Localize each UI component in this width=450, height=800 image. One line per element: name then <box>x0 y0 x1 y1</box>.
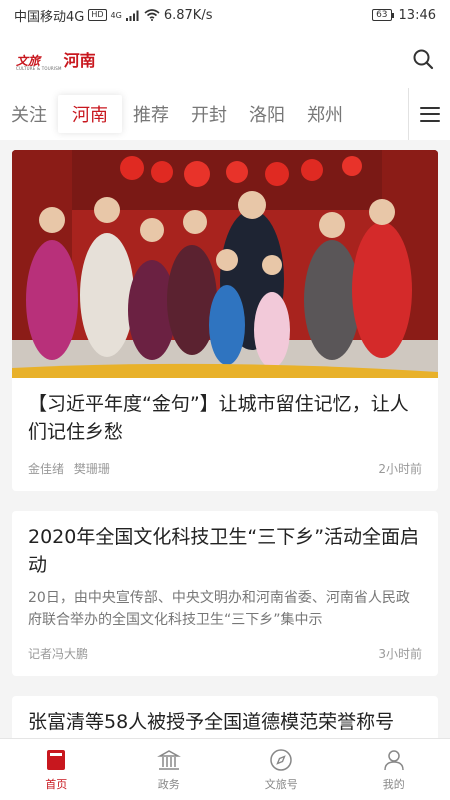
tab-recommend[interactable]: 推荐 <box>122 95 180 133</box>
news-feed: 【习近平年度“金句”】让城市留住记忆，让人们记住乡愁 金佳绪 樊珊珊 2小时前 … <box>0 140 450 738</box>
article-image <box>12 150 438 378</box>
article-time: 3小时前 <box>378 647 422 661</box>
app-logo: 文旅 CULTURE & TOURISM 河南 <box>16 47 96 71</box>
app-header: 文旅 CULTURE & TOURISM 河南 <box>0 30 450 88</box>
channel-tabs: 关注 河南 推荐 开封 洛阳 郑州 <box>0 88 450 140</box>
wifi-icon <box>144 9 160 21</box>
battery-level: 63 <box>376 10 388 20</box>
nav-culture-travel-label: 文旅号 <box>264 777 298 791</box>
article-title[interactable]: 【习近平年度“金句”】让城市留住记忆，让人们记住乡愁 <box>28 390 422 446</box>
network-type: 4G <box>110 10 122 20</box>
search-icon[interactable] <box>412 48 434 70</box>
nav-culture-travel[interactable]: 文旅号 <box>225 739 338 800</box>
nav-government[interactable]: 政务 <box>113 739 226 800</box>
article-meta: 记者冯大鹏 3小时前 <box>28 645 422 662</box>
nav-home[interactable]: 首页 <box>0 739 113 800</box>
article-time: 2小时前 <box>378 462 422 476</box>
government-building-icon <box>156 749 181 770</box>
article-author: 记者冯大鹏 <box>28 647 89 661</box>
nav-government-label: 政务 <box>157 777 180 791</box>
tab-kaifeng[interactable]: 开封 <box>180 95 238 133</box>
signal-icon <box>125 10 139 21</box>
carrier-label: 中国移动4G <box>14 9 85 25</box>
channel-menu-button[interactable] <box>408 88 450 140</box>
hd-badge: HD <box>88 9 107 21</box>
network-speed: 6.87K/s <box>163 7 213 23</box>
clock: 13:46 <box>398 7 436 23</box>
logo-main-text: 河南 <box>63 51 96 70</box>
article-card[interactable]: 【习近平年度“金句”】让城市留住记忆，让人们记住乡愁 金佳绪 樊珊珊 2小时前 <box>12 150 438 491</box>
status-bar: 中国移动4G HD 4G 6.87K/s 63 13:46 <box>0 0 450 30</box>
article-author: 金佳绪 <box>28 462 65 476</box>
article-summary: 20日，由中央宣传部、中央文明办和河南省委、河南省人民政府联合举办的全国文化科技… <box>28 590 410 628</box>
article-card[interactable]: 2020年全国文化科技卫生“三下乡”活动全面启动 20日，由中央宣传部、中央文明… <box>12 511 438 676</box>
tab-follow[interactable]: 关注 <box>0 95 58 133</box>
tab-zhengzhou[interactable]: 郑州 <box>296 95 354 133</box>
compass-icon <box>270 748 292 771</box>
tab-luoyang[interactable]: 洛阳 <box>238 95 296 133</box>
nav-home-label: 首页 <box>45 777 68 791</box>
home-icon <box>47 749 66 770</box>
article-author: 樊珊珊 <box>73 462 110 476</box>
article-meta: 金佳绪 樊珊珊 2小时前 <box>28 460 422 477</box>
tab-henan[interactable]: 河南 <box>58 95 122 133</box>
menu-icon <box>419 106 440 122</box>
article-title[interactable]: 张富清等58人被授予全国道德模范荣誉称号 <box>28 708 422 736</box>
article-title[interactable]: 2020年全国文化科技卫生“三下乡”活动全面启动 <box>28 523 422 579</box>
nav-profile[interactable]: 我的 <box>338 739 450 800</box>
logo-english-text: CULTURE & TOURISM <box>16 66 62 71</box>
bottom-navigation: 首页 政务 文旅号 我的 <box>0 738 450 800</box>
article-card[interactable]: 张富清等58人被授予全国道德模范荣誉称号 <box>12 696 438 738</box>
battery-icon: 63 <box>372 9 395 21</box>
user-icon <box>384 749 404 770</box>
nav-profile-label: 我的 <box>382 777 405 791</box>
